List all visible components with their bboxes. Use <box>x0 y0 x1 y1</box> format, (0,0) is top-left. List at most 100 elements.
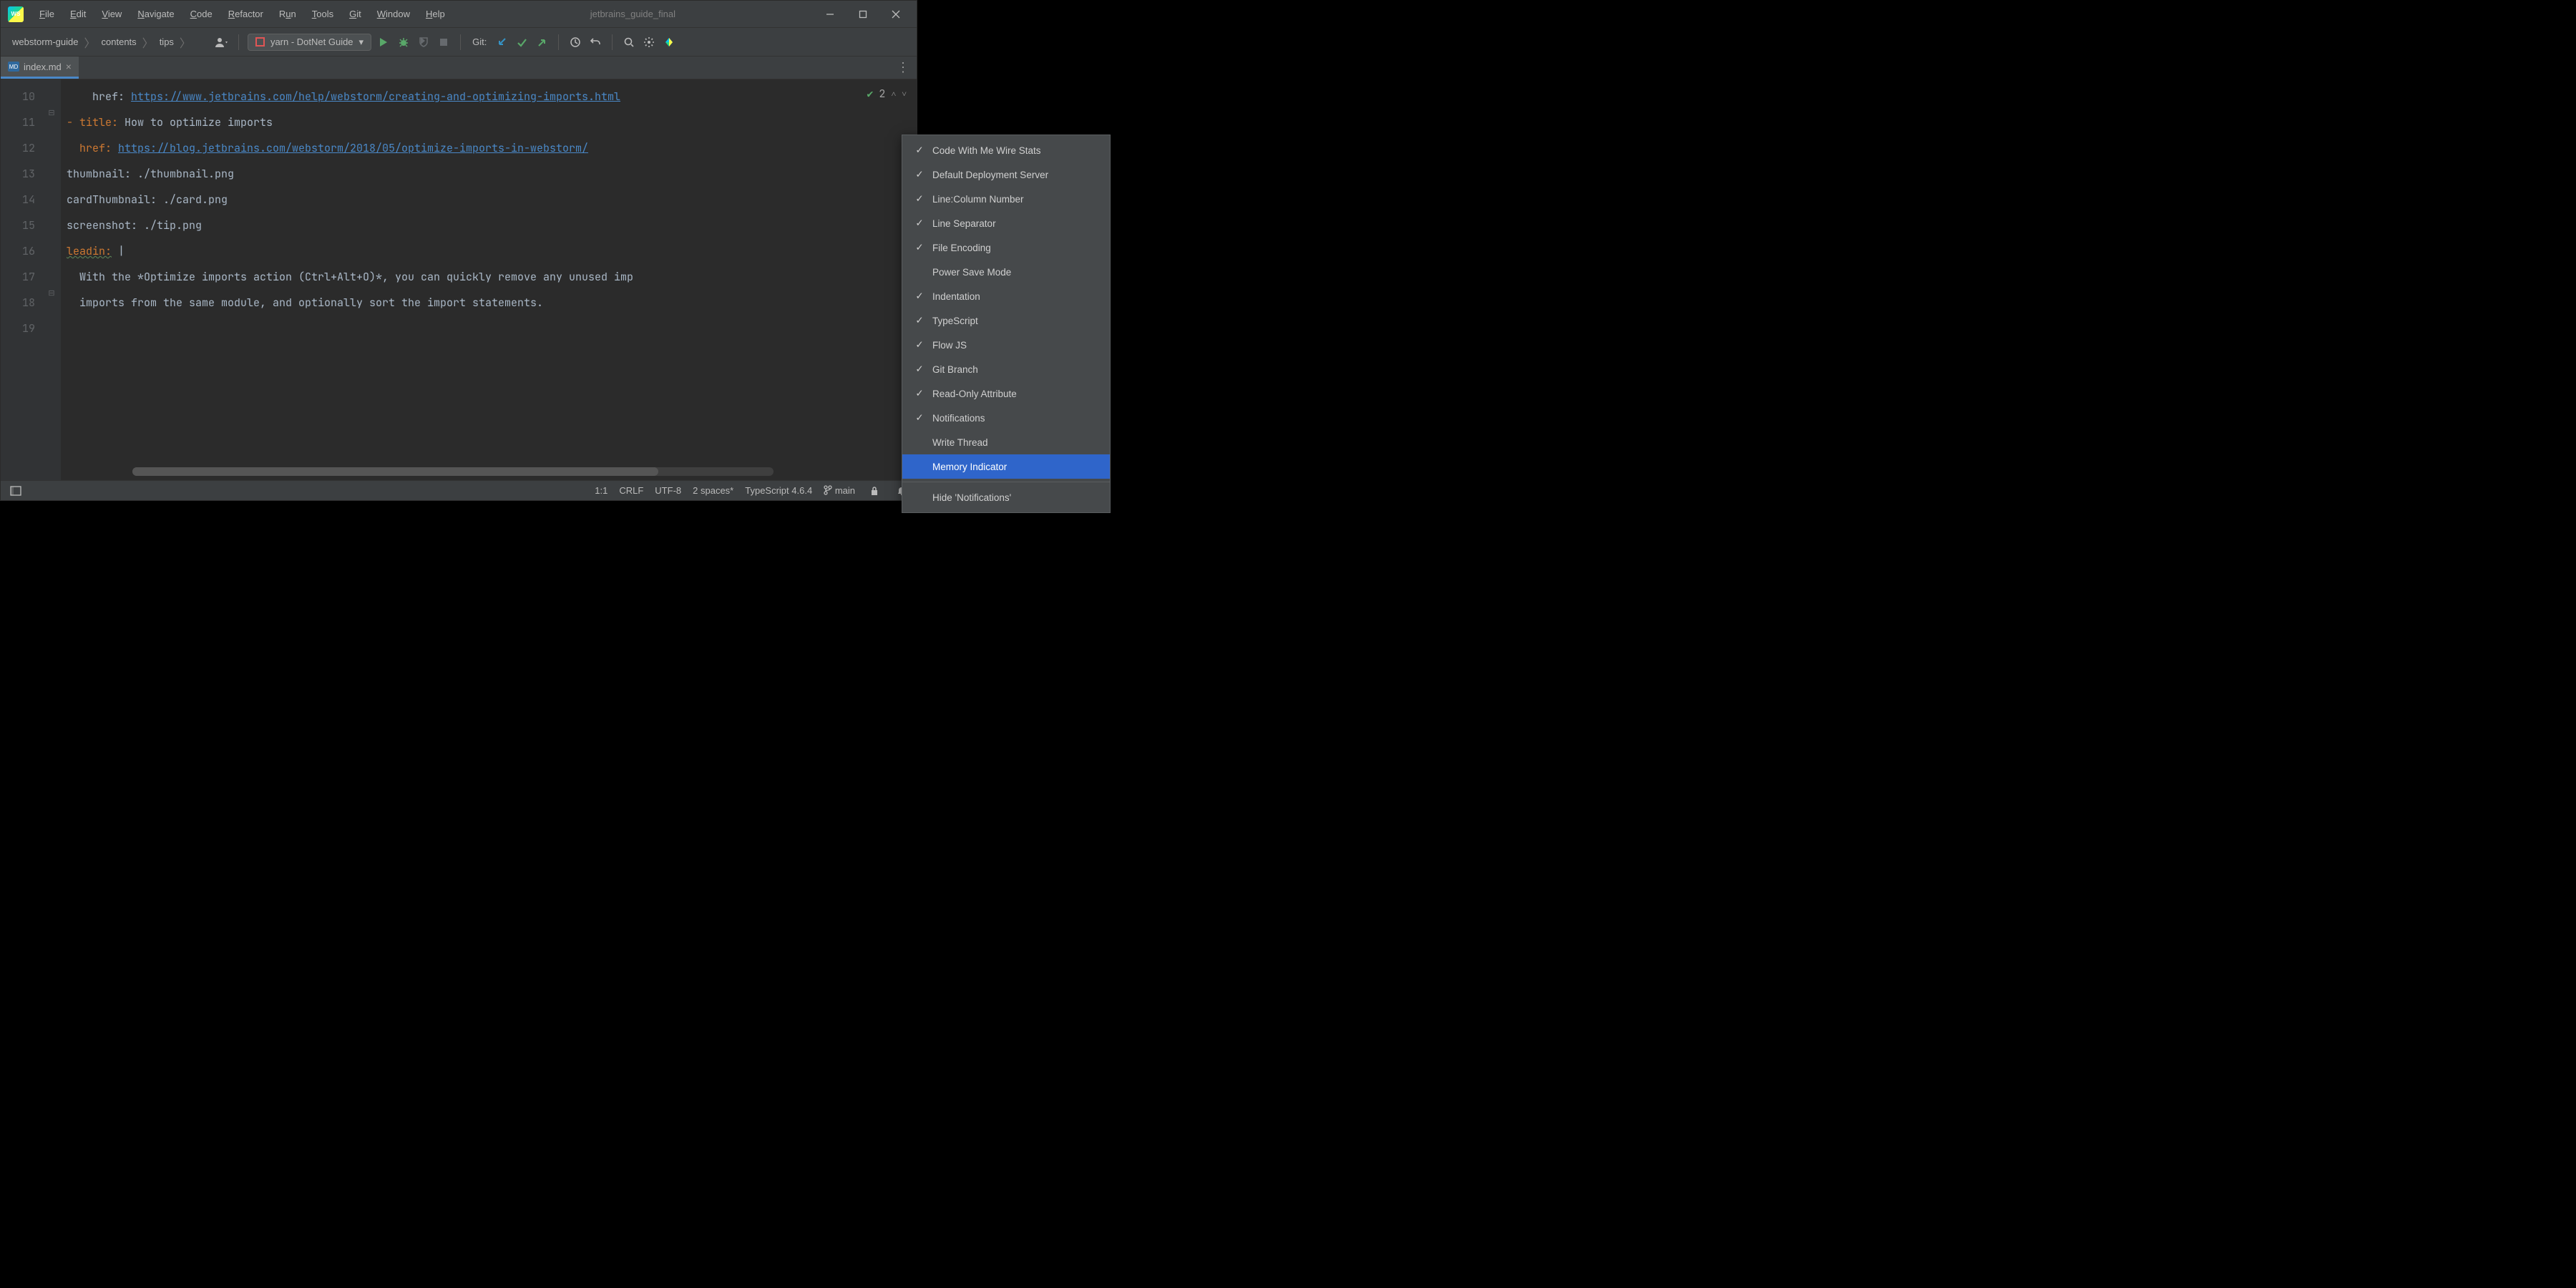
statusbar-context-menu: ✓Code With Me Wire Stats✓Default Deploym… <box>902 135 1111 513</box>
context-menu-item[interactable]: Write Thread <box>902 430 1110 454</box>
line-number: 19 <box>1 316 35 341</box>
jetbrains-toolbox-icon[interactable] <box>661 34 677 50</box>
context-menu-item[interactable]: ✓Read-Only Attribute <box>902 381 1110 406</box>
chevron-right-icon: 〉 <box>141 34 155 51</box>
breadcrumb: webstorm-guide 〉 contents 〉 tips 〉 <box>8 34 192 51</box>
code-area[interactable]: ✔ 2 ˄ ˅ href: https://www.jetbrains.com/… <box>61 79 917 480</box>
status-indent[interactable]: 2 spaces* <box>693 485 733 496</box>
user-dropdown-icon[interactable] <box>214 34 230 50</box>
git-commit-icon[interactable] <box>514 34 530 50</box>
git-pull-icon[interactable] <box>494 34 509 50</box>
close-tab-icon[interactable]: × <box>66 61 72 72</box>
stop-button[interactable] <box>436 34 452 50</box>
code-line-19[interactable] <box>61 316 917 341</box>
check-icon: ✓ <box>914 242 925 253</box>
close-button[interactable] <box>879 4 912 25</box>
kebab-icon[interactable]: ⋮ <box>897 60 909 75</box>
code-line-16[interactable]: leadin: | <box>61 238 917 264</box>
context-menu-item[interactable]: ✓Code With Me Wire Stats <box>902 138 1110 162</box>
chevron-up-icon[interactable]: ˄ <box>891 81 896 107</box>
line-number: 13 <box>1 161 35 187</box>
code-line-12[interactable]: href: https://blog.jetbrains.com/webstor… <box>61 135 917 161</box>
history-icon[interactable] <box>567 34 583 50</box>
code-line-15[interactable]: screenshot: ./tip.png <box>61 213 917 238</box>
crumb-2[interactable]: tips <box>155 35 178 49</box>
status-typescript[interactable]: TypeScript 4.6.4 <box>745 485 812 496</box>
context-menu-item[interactable]: Memory Indicator <box>902 454 1110 479</box>
context-menu-item[interactable]: ✓Line:Column Number <box>902 187 1110 211</box>
line-number: 18 <box>1 290 35 316</box>
npm-icon <box>255 37 265 47</box>
settings-icon[interactable] <box>641 34 657 50</box>
menu-run[interactable]: Run <box>272 6 303 22</box>
code-line-17[interactable]: With the *Optimize imports action (Ctrl+… <box>61 264 917 290</box>
code-line-14[interactable]: cardThumbnail: ./card.png <box>61 187 917 213</box>
minimize-button[interactable] <box>814 4 847 25</box>
menu-tools[interactable]: Tools <box>305 6 341 22</box>
menu-git[interactable]: Git <box>342 6 369 22</box>
fold-end-icon: ⊟ <box>47 288 57 298</box>
menu-edit[interactable]: Edit <box>63 6 93 22</box>
context-menu-label: Default Deployment Server <box>932 170 1048 180</box>
menu-window[interactable]: Window <box>370 6 417 22</box>
menu-navigate[interactable]: Navigate <box>130 6 181 22</box>
scrollbar-thumb[interactable] <box>132 467 658 476</box>
crumb-1[interactable]: contents <box>97 35 141 49</box>
menu-code[interactable]: Code <box>183 6 220 22</box>
chevron-right-icon: 〉 <box>83 34 97 51</box>
run-button[interactable] <box>376 34 391 50</box>
inspection-widget[interactable]: ✔ 2 ˄ ˅ <box>867 81 907 107</box>
code-line-13[interactable]: thumbnail: ./thumbnail.png <box>61 161 917 187</box>
editor-tab-index-md[interactable]: MD index.md × <box>1 57 79 79</box>
code-line-10[interactable]: href: https://www.jetbrains.com/help/web… <box>61 84 917 109</box>
horizontal-scrollbar[interactable] <box>132 467 774 476</box>
chevron-down-icon[interactable]: ˅ <box>902 81 907 107</box>
run-config-selector[interactable]: yarn - DotNet Guide ▾ <box>248 34 371 51</box>
code-line-18[interactable]: imports from the same module, and option… <box>61 290 917 316</box>
menubar: File Edit View Navigate Code Refactor Ru… <box>32 6 452 22</box>
context-menu-item[interactable]: ✓Git Branch <box>902 357 1110 381</box>
line-number: 14 <box>1 187 35 213</box>
context-menu-item[interactable]: ✓Notifications <box>902 406 1110 430</box>
status-encoding[interactable]: UTF-8 <box>655 485 681 496</box>
toolbar-separator <box>612 34 613 50</box>
menu-help[interactable]: Help <box>419 6 452 22</box>
tab-actions[interactable]: ⋮ <box>889 57 917 79</box>
fold-toggle-icon[interactable]: ⊟ <box>47 108 57 117</box>
line-number: 12 <box>1 135 35 161</box>
status-line-separator[interactable]: CRLF <box>619 485 643 496</box>
code-line-11[interactable]: - title: How to optimize imports <box>61 109 917 135</box>
context-menu-item[interactable]: ✓Indentation <box>902 284 1110 308</box>
toolbar-separator <box>558 34 559 50</box>
line-number: 15 <box>1 213 35 238</box>
lock-icon[interactable] <box>867 483 882 499</box>
menu-refactor[interactable]: Refactor <box>221 6 270 22</box>
context-menu-item[interactable]: ✓Default Deployment Server <box>902 162 1110 187</box>
menu-file[interactable]: File <box>32 6 62 22</box>
context-menu-label: Memory Indicator <box>932 462 1007 472</box>
window-title: jetbrains_guide_final <box>455 9 811 19</box>
debug-button[interactable] <box>396 34 411 50</box>
menu-view[interactable]: View <box>94 6 129 22</box>
line-number-gutter: 10 11 12 13 14 15 16 17 18 19 <box>1 79 44 480</box>
check-icon: ✓ <box>914 145 925 156</box>
crumb-0[interactable]: webstorm-guide <box>8 35 83 49</box>
context-menu-item[interactable]: Power Save Mode <box>902 260 1110 284</box>
context-menu-item[interactable]: ✓File Encoding <box>902 235 1110 260</box>
search-icon[interactable] <box>621 34 637 50</box>
status-position[interactable]: 1:1 <box>595 485 608 496</box>
context-menu-item[interactable]: ✓TypeScript <box>902 308 1110 333</box>
coverage-button[interactable] <box>416 34 431 50</box>
context-menu-item[interactable]: ✓Flow JS <box>902 333 1110 357</box>
status-git-branch[interactable]: main <box>824 485 855 496</box>
maximize-button[interactable] <box>847 4 879 25</box>
git-push-icon[interactable] <box>534 34 550 50</box>
context-menu-item[interactable]: Hide 'Notifications' <box>902 485 1110 509</box>
chevron-right-icon: 〉 <box>178 34 192 51</box>
context-menu-label: Git Branch <box>932 364 978 375</box>
context-menu-label: Write Thread <box>932 437 988 448</box>
check-icon: ✓ <box>914 315 925 326</box>
tool-window-toggle-icon[interactable] <box>8 483 24 499</box>
rollback-icon[interactable] <box>587 34 603 50</box>
context-menu-item[interactable]: ✓Line Separator <box>902 211 1110 235</box>
